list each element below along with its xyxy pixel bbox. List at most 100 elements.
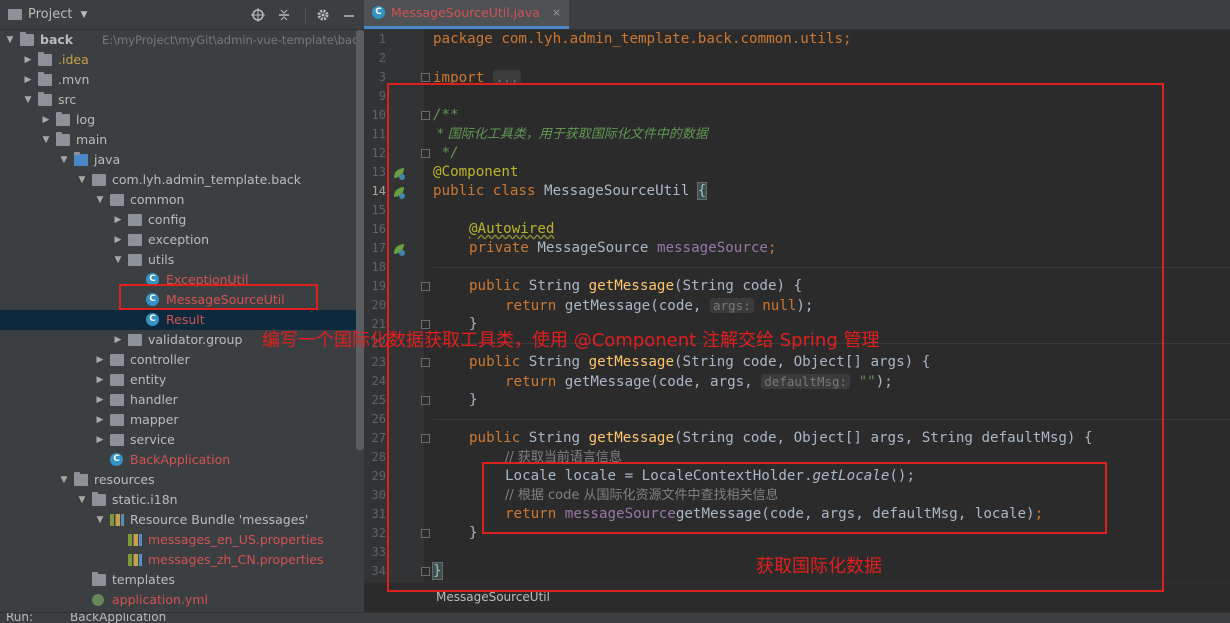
expand-down-icon[interactable]: ▼	[4, 30, 16, 50]
tree-item-backapplication[interactable]: C BackApplication	[0, 450, 356, 470]
expand-down-icon[interactable]: ▼	[40, 130, 52, 150]
minimize-icon[interactable]	[338, 4, 360, 26]
tab-messagesourceutil[interactable]: C MessageSourceUtil.java ×	[364, 0, 570, 29]
annotation-note-1: 编写一个国际化数据获取工具类，使用 @Component 注解交给 Spring…	[262, 330, 880, 351]
expand-right-icon[interactable]: ▶	[94, 430, 106, 450]
folder-icon	[92, 492, 106, 506]
run-label: Run:	[6, 612, 34, 623]
line-number: 25	[371, 393, 386, 407]
tree-item-label: handler	[130, 392, 178, 407]
folder-icon	[38, 72, 52, 86]
tree-item-resource-bundle-messages[interactable]: ▼ Resource Bundle 'messages'	[0, 510, 356, 530]
tree-item-com-lyh-admin-template-back[interactable]: ▼ com.lyh.admin_template.back	[0, 170, 356, 190]
tree-item-label: common	[130, 192, 185, 207]
package-icon	[110, 434, 124, 446]
tree-item-label: Result	[166, 312, 205, 327]
line-number: 27	[371, 431, 386, 445]
class-icon: C	[146, 313, 159, 326]
tree-item-label: .mvn	[58, 72, 90, 87]
project-path: E:\myProject\myGit\admin-vue-template\ba…	[102, 33, 364, 47]
gear-icon[interactable]	[312, 4, 334, 26]
tree-item-idea[interactable]: ▶ .idea	[0, 50, 356, 70]
chevron-down-icon[interactable]: ▼	[80, 10, 87, 20]
tree-item-static-i18n[interactable]: ▼ static.i18n	[0, 490, 356, 510]
package-icon	[110, 374, 124, 386]
folder-icon	[20, 32, 34, 46]
tree-item-label: mapper	[130, 412, 179, 427]
expand-down-icon[interactable]: ▼	[94, 510, 106, 530]
locate-icon[interactable]	[247, 4, 269, 26]
expand-down-icon[interactable]: ▼	[58, 150, 70, 170]
expand-right-icon[interactable]: ▶	[40, 110, 52, 130]
expand-right-icon[interactable]: ▶	[112, 210, 124, 230]
tree-item-label: config	[148, 212, 187, 227]
tree-item-application-yml[interactable]: application.yml	[0, 590, 356, 610]
expand-down-icon[interactable]: ▼	[76, 490, 88, 510]
tree-item-label: resources	[94, 472, 155, 487]
tree-item-entity[interactable]: ▶ entity	[0, 370, 356, 390]
expand-right-icon[interactable]: ▶	[112, 230, 124, 250]
tree-item-label: controller	[130, 352, 190, 367]
expand-right-icon[interactable]: ▶	[94, 350, 106, 370]
folder-icon	[38, 92, 52, 106]
line-number: 33	[371, 545, 386, 559]
line-number: 12	[371, 146, 386, 160]
collapse-all-icon[interactable]	[273, 4, 295, 26]
tree-item-messages-en-us-properties[interactable]: messages_en_US.properties	[0, 530, 356, 550]
project-view-title[interactable]: Project	[28, 7, 72, 22]
folder-icon	[56, 112, 70, 126]
package-icon	[92, 174, 106, 186]
package-icon	[128, 254, 142, 266]
folder-icon	[74, 472, 88, 486]
expand-down-icon[interactable]: ▼	[112, 250, 124, 270]
line-number: 3	[378, 70, 386, 84]
close-icon[interactable]: ×	[552, 6, 561, 19]
line-number: 18	[371, 260, 386, 274]
tree-item-back[interactable]: ▼ back E:\myProject\myGit\admin-vue-templa…	[0, 30, 364, 50]
run-config-name[interactable]: BackApplication	[70, 613, 166, 623]
tree-item-label: .idea	[58, 52, 89, 67]
folder-icon	[92, 572, 106, 586]
tree-item-src[interactable]: ▼ src	[0, 90, 356, 110]
line-number: 23	[371, 355, 386, 369]
expand-right-icon[interactable]: ▶	[22, 50, 34, 70]
tree-item-messages-zh-cn-properties[interactable]: messages_zh_CN.properties	[0, 550, 356, 570]
expand-down-icon[interactable]: ▼	[76, 170, 88, 190]
tree-item-main[interactable]: ▼ main	[0, 130, 356, 150]
run-toolwindow-bar[interactable]: Run: BackApplication	[0, 612, 1230, 623]
expand-right-icon[interactable]: ▶	[94, 370, 106, 390]
yml-file-icon	[92, 594, 104, 606]
line-number: 20	[371, 298, 386, 312]
tree-item-templates[interactable]: templates	[0, 570, 356, 590]
tree-item-label: back	[40, 32, 74, 47]
tree-item-common[interactable]: ▼ common	[0, 190, 356, 210]
folder-icon	[8, 9, 22, 20]
tree-item-handler[interactable]: ▶ handler	[0, 390, 356, 410]
tree-item-mvn[interactable]: ▶ .mvn	[0, 70, 356, 90]
tree-item-mapper[interactable]: ▶ mapper	[0, 410, 356, 430]
expand-right-icon[interactable]: ▶	[94, 390, 106, 410]
tree-item-service[interactable]: ▶ service	[0, 430, 356, 450]
fold-marker-icon[interactable]	[421, 73, 430, 82]
expand-down-icon[interactable]: ▼	[22, 90, 34, 110]
expand-right-icon[interactable]: ▶	[112, 330, 124, 350]
tree-item-log[interactable]: ▶ log	[0, 110, 356, 130]
tree-item-label: templates	[112, 572, 175, 587]
expand-right-icon[interactable]: ▶	[94, 410, 106, 430]
tree-item-exception[interactable]: ▶ exception	[0, 230, 356, 250]
tree-item-utils[interactable]: ▼ utils	[0, 250, 356, 270]
line-number: 17	[371, 241, 386, 255]
expand-right-icon[interactable]: ▶	[22, 70, 34, 90]
tree-item-controller[interactable]: ▶ controller	[0, 350, 356, 370]
tree-item-label: BackApplication	[130, 452, 231, 467]
expand-down-icon[interactable]: ▼	[58, 470, 70, 490]
tree-item-java[interactable]: ▼ java	[0, 150, 356, 170]
tree-item-label: messages_zh_CN.properties	[148, 552, 324, 567]
expand-down-icon[interactable]: ▼	[94, 190, 106, 210]
tree-item-resources[interactable]: ▼ resources	[0, 470, 356, 490]
class-icon: C	[372, 6, 385, 19]
tree-scrollbar[interactable]	[356, 30, 364, 450]
line-number: 16	[371, 222, 386, 236]
line-number: 14	[371, 184, 386, 198]
tree-item-config[interactable]: ▶ config	[0, 210, 356, 230]
